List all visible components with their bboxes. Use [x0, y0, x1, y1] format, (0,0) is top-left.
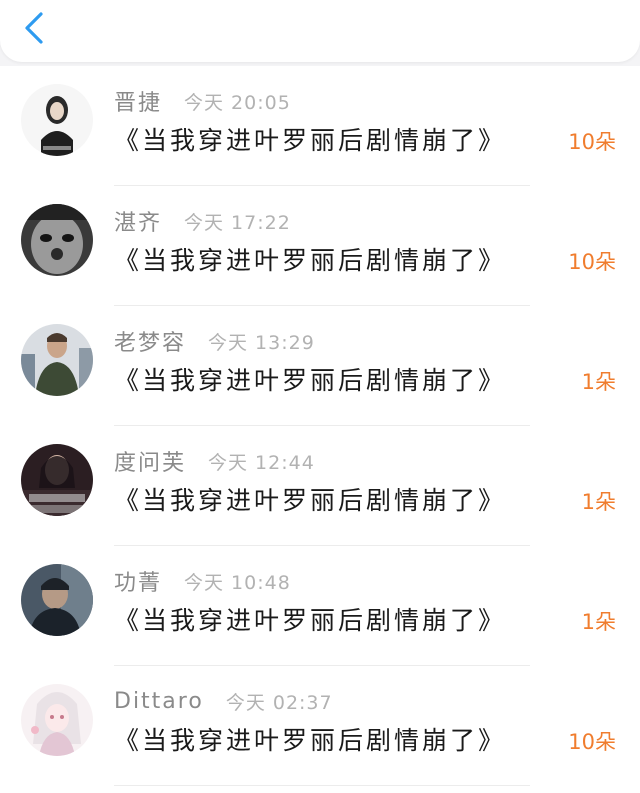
- sender-name: 功菁: [114, 571, 163, 596]
- send-time: 今天 12:44: [208, 451, 315, 474]
- list-item[interactable]: 老梦容 今天 13:29 《当我穿进叶罗丽后剧情崩了》 1朵: [0, 306, 640, 426]
- sender-name: 湛齐: [114, 211, 163, 236]
- gift-record-list: 晋捷 今天 20:05 《当我穿进叶罗丽后剧情崩了》 10朵 湛齐 今天 17:…: [0, 66, 640, 793]
- book-title: 《当我穿进叶罗丽后剧情崩了》: [114, 726, 507, 755]
- avatar[interactable]: [21, 444, 93, 516]
- book-title: 《当我穿进叶罗丽后剧情崩了》: [114, 366, 507, 395]
- book-title: 《当我穿进叶罗丽后剧情崩了》: [114, 126, 507, 155]
- sender-meta: 老梦容 今天 13:29: [114, 326, 315, 356]
- sender-name: Dittaro: [114, 688, 204, 714]
- flower-count: 1朵: [581, 610, 616, 634]
- book-title: 《当我穿进叶罗丽后剧情崩了》: [114, 606, 507, 635]
- sender-meta: 晋捷 今天 20:05: [114, 86, 291, 116]
- list-item[interactable]: 功菁 今天 10:48 《当我穿进叶罗丽后剧情崩了》 1朵: [0, 546, 640, 666]
- avatar[interactable]: [21, 684, 93, 756]
- flower-count: 1朵: [581, 490, 616, 514]
- flower-count: 10朵: [568, 730, 616, 754]
- avatar[interactable]: [21, 84, 93, 156]
- send-time: 今天 10:48: [184, 571, 291, 594]
- list-item[interactable]: 湛齐 今天 17:22 《当我穿进叶罗丽后剧情崩了》 10朵: [0, 186, 640, 306]
- send-time: 今天 20:05: [184, 91, 291, 114]
- list-item[interactable]: 度问芙 今天 12:44 《当我穿进叶罗丽后剧情崩了》 1朵: [0, 426, 640, 546]
- chevron-left-icon: [25, 12, 43, 44]
- avatar[interactable]: [21, 324, 93, 396]
- list-item[interactable]: Dittaro 今天 02:37 《当我穿进叶罗丽后剧情崩了》 10朵: [0, 666, 640, 786]
- divider: [114, 785, 530, 786]
- send-time: 今天 02:37: [225, 691, 333, 714]
- send-time: 今天 13:29: [208, 331, 315, 354]
- avatar[interactable]: [21, 564, 93, 636]
- sender-name: 老梦容: [114, 331, 187, 356]
- flower-count: 1朵: [581, 370, 616, 394]
- avatar[interactable]: [21, 204, 93, 276]
- sender-meta: 湛齐 今天 17:22: [114, 206, 291, 236]
- flower-count: 10朵: [568, 250, 616, 274]
- sender-meta: 功菁 今天 10:48: [114, 566, 291, 596]
- sender-name: 度问芙: [114, 451, 187, 476]
- sender-meta: 度问芙 今天 12:44: [114, 446, 315, 476]
- top-bar: [0, 0, 640, 62]
- book-title: 《当我穿进叶罗丽后剧情崩了》: [114, 486, 507, 515]
- sender-meta: Dittaro 今天 02:37: [114, 686, 333, 716]
- sender-name: 晋捷: [114, 91, 163, 116]
- flower-count: 10朵: [568, 130, 616, 154]
- list-item[interactable]: 晋捷 今天 20:05 《当我穿进叶罗丽后剧情崩了》 10朵: [0, 66, 640, 186]
- back-button[interactable]: [16, 8, 52, 48]
- book-title: 《当我穿进叶罗丽后剧情崩了》: [114, 246, 507, 275]
- send-time: 今天 17:22: [184, 211, 291, 234]
